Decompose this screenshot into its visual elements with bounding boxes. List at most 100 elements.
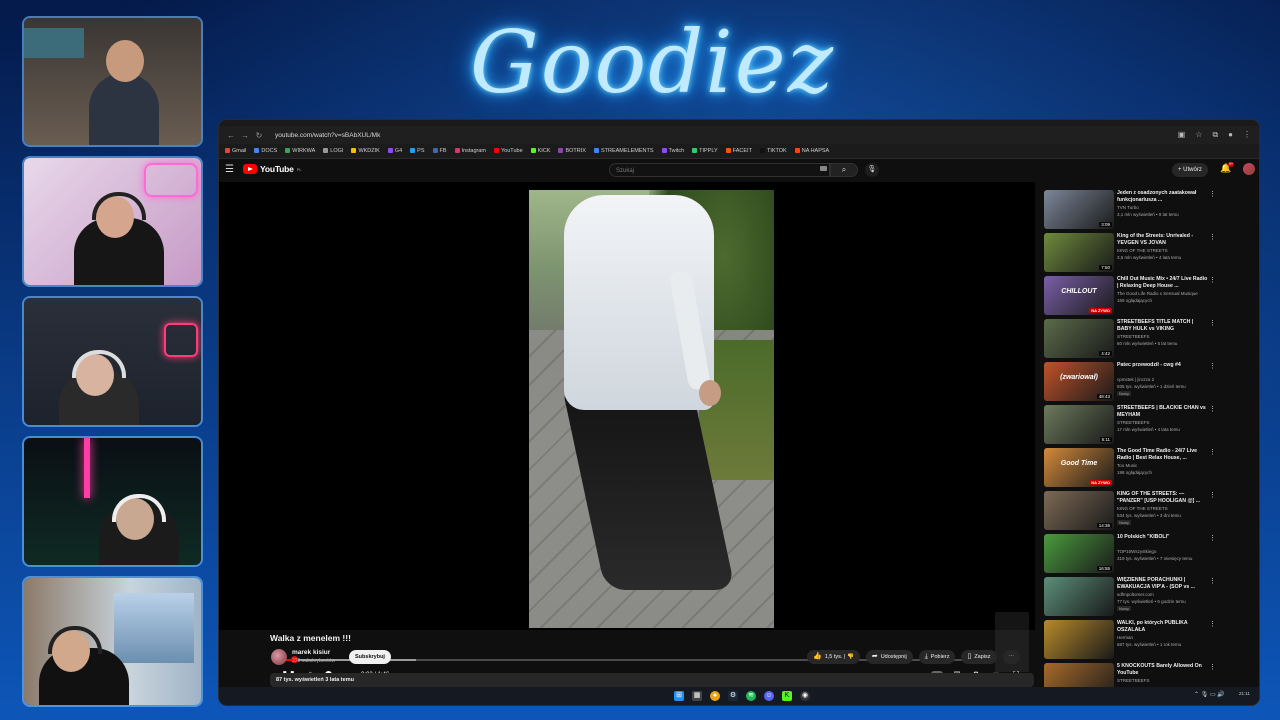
recommendation-thumbnail[interactable]: Good Time NA ŻYWO — [1044, 448, 1114, 487]
recommendation-channel[interactable]: Too Music — [1117, 463, 1209, 468]
recommendation-item[interactable]: WIĘZIENNE PORACHUNKI | EWAKUACJA VIP'A -… — [1044, 577, 1219, 617]
recommendation-title[interactable]: Patec przewodził - cwg #4 — [1117, 362, 1209, 369]
recommendation-channel[interactable]: TOP10Wszystkiego — [1117, 549, 1209, 554]
forward-icon[interactable]: → — [241, 131, 249, 140]
recommendation-thumbnail[interactable] — [1044, 663, 1114, 690]
bookmark-item[interactable]: TIKTOK — [759, 148, 787, 154]
bookmark-item[interactable]: G4 — [387, 148, 402, 154]
voice-search-icon[interactable]: 🎙 — [865, 163, 879, 177]
recommendation-item[interactable]: 7:50 King of the Streets: Unrivaled - YEV… — [1044, 233, 1219, 273]
bookmark-item[interactable]: BOTRIX — [558, 148, 586, 154]
more-vert-icon[interactable]: ⋮ — [1209, 534, 1216, 542]
page-scrollbar[interactable] — [1250, 182, 1256, 692]
more-vert-icon[interactable]: ⋮ — [1209, 448, 1216, 456]
more-vert-icon[interactable]: ⋮ — [1209, 620, 1216, 628]
share-button[interactable]: ➦ Udostępnij — [865, 650, 913, 664]
steam-icon[interactable]: ⚙ — [728, 691, 738, 701]
more-vert-icon[interactable]: ⋮ — [1209, 577, 1216, 585]
hamburger-menu-icon[interactable]: ☰ — [225, 164, 234, 175]
recommendation-thumbnail[interactable]: 14:36 — [1044, 491, 1114, 530]
more-vert-icon[interactable]: ⋮ — [1209, 491, 1216, 499]
recommendation-thumbnail[interactable]: (zwariował) 48:43 — [1044, 362, 1114, 401]
video-player[interactable]: ❚❚ 🔈 0:02 / 1:46 ▤ ⚙ ▭ ⛶ — [219, 182, 1035, 680]
recommendation-item[interactable]: 5 KNOCKOUTS Barely Allowed On YouTube STR… — [1044, 663, 1219, 690]
bookmark-item[interactable]: TIPPLY — [692, 148, 718, 154]
more-vert-icon[interactable]: ⋮ — [1209, 362, 1216, 370]
bookmark-item[interactable]: YouTube — [494, 148, 523, 154]
subscribe-button[interactable]: Subskrybuj — [349, 650, 391, 664]
spotify-icon[interactable]: ≋ — [746, 691, 756, 701]
bookmark-item[interactable]: STREAMELEMENTS — [593, 148, 654, 154]
recommendation-thumbnail[interactable]: 16:55 — [1044, 534, 1114, 573]
recommendation-item[interactable]: 5:11 STREETBEEFS | BLACKIE CHAN vs MEYHAM… — [1044, 405, 1219, 445]
bookmark-item[interactable]: Twitch — [661, 148, 684, 154]
thumbs-down-icon[interactable]: 👎 — [847, 654, 854, 660]
recommendation-title[interactable]: WALKI, po których PUBLIKA OSZALAŁA — [1117, 620, 1209, 634]
url-field[interactable]: youtube.com/watch?v=sBAbXUL/Mk — [269, 132, 380, 139]
recommendation-title[interactable]: STREETBEEFS TITLE MATCH | BABY HULK vs V… — [1117, 319, 1209, 333]
recommendation-thumbnail[interactable]: 7:50 — [1044, 233, 1114, 272]
recommendation-channel[interactable]: KING OF THE STREETS — [1117, 248, 1209, 253]
extensions-icon[interactable]: ⧉ — [1212, 130, 1218, 140]
menu-icon[interactable]: ⋮ — [1243, 130, 1251, 140]
bookmark-item[interactable]: LOGI — [323, 148, 343, 154]
profile-icon[interactable]: ● — [1228, 130, 1233, 140]
youtube-logo[interactable]: YouTube PL — [243, 164, 302, 174]
video-frame[interactable] — [529, 190, 774, 628]
recommendation-title[interactable]: 10 Polskich "KIBOLI" — [1117, 534, 1209, 541]
recommendation-channel[interactable]: cpmstek | jirozza 2 — [1117, 377, 1209, 382]
search-input[interactable]: Szukaj — [609, 163, 830, 177]
bookmark-item[interactable]: Instagram — [454, 148, 486, 154]
recommendation-channel[interactable]: TVN Turbo — [1117, 205, 1209, 210]
recommendation-item[interactable]: CHILLOUT NA ŻYWO Chill Out Music Mix • 24/… — [1044, 276, 1219, 316]
back-icon[interactable]: ← — [227, 131, 235, 140]
recommendation-channel[interactable]: Herman — [1117, 635, 1209, 640]
download-button[interactable]: ⤓ Pobierz — [918, 650, 956, 664]
recommendation-channel[interactable]: The Good Life Radio x Sensual Musique — [1117, 291, 1209, 296]
account-avatar[interactable] — [1243, 163, 1255, 175]
reload-icon[interactable]: ↻ — [255, 131, 263, 140]
bookmark-item[interactable]: WIRKWA — [285, 148, 315, 154]
save-button[interactable]: ▯ Zapisz — [961, 650, 997, 664]
create-button[interactable]: + Utwórz — [1172, 163, 1208, 177]
recommendation-thumbnail[interactable]: 4:42 — [1044, 319, 1114, 358]
start-menu-icon[interactable]: ⊞ — [674, 691, 684, 701]
keyboard-icon[interactable] — [820, 166, 827, 171]
more-vert-icon[interactable]: ⋮ — [1209, 663, 1216, 671]
recommendation-thumbnail[interactable] — [1044, 577, 1114, 616]
recommendation-thumbnail[interactable]: 3:09 — [1044, 190, 1114, 229]
file-explorer-icon[interactable]: ▦ — [692, 691, 702, 701]
recommendation-title[interactable]: STREETBEEFS | BLACKIE CHAN vs MEYHAM — [1117, 405, 1209, 419]
recommendation-title[interactable]: WIĘZIENNE PORACHUNKI | EWAKUACJA VIP'A -… — [1117, 577, 1209, 591]
recommendation-item[interactable]: 3:09 Jeden z osadzonych zaatakował funkcj… — [1044, 190, 1219, 230]
recommendation-channel[interactable]: sdfmpoltomer.com — [1117, 592, 1209, 597]
bookmark-item[interactable]: WKDZIK — [351, 148, 380, 154]
discord-icon[interactable]: ☺ — [764, 691, 774, 701]
recommendation-title[interactable]: Jeden z osadzonych zaatakował funkcjonar… — [1117, 190, 1209, 204]
recommendation-thumbnail[interactable]: 5:11 — [1044, 405, 1114, 444]
more-vert-icon[interactable]: ⋮ — [1209, 190, 1216, 198]
recommendation-item[interactable]: 16:55 10 Polskich "KIBOLI" TOP10Wszystkieg… — [1044, 534, 1219, 574]
search-button[interactable]: ⌕ — [830, 163, 858, 177]
recommendation-title[interactable]: KING OF THE STREETS: — "PANZER" [USP HOO… — [1117, 491, 1209, 505]
more-vert-icon[interactable]: ⋮ — [1209, 405, 1216, 413]
channel-avatar[interactable] — [271, 649, 287, 665]
bookmark-item[interactable]: Gmail — [225, 148, 246, 154]
more-actions-button[interactable]: ⋯ — [1002, 650, 1021, 664]
chrome-icon[interactable]: ● — [710, 691, 720, 701]
bookmark-item[interactable]: DOCS — [254, 148, 277, 154]
recommendation-item[interactable]: 14:36 KING OF THE STREETS: — "PANZER" [US… — [1044, 491, 1219, 531]
recommendation-channel[interactable]: STREETBEEFS — [1117, 678, 1209, 683]
recommendation-item[interactable]: Good Time NA ŻYWO The Good Time Radio - 24… — [1044, 448, 1219, 488]
recommendation-item[interactable]: (zwariował) 48:43 Patec przewodził - cwg #… — [1044, 362, 1219, 402]
recommendation-title[interactable]: Chill Out Music Mix • 24/7 Live Radio | … — [1117, 276, 1209, 290]
star-icon[interactable]: ☆ — [1195, 130, 1202, 140]
bookmark-item[interactable]: FACEIT — [725, 148, 752, 154]
recommendation-title[interactable]: King of the Streets: Unrivaled - YEVGEN … — [1117, 233, 1209, 247]
bookmark-item[interactable]: KICK — [530, 148, 550, 154]
bookmark-item[interactable]: FB — [432, 148, 447, 154]
channel-name[interactable]: marek kisiur — [292, 649, 330, 656]
recommendation-title[interactable]: The Good Time Radio - 24/7 Live Radio | … — [1117, 448, 1209, 462]
recommendation-thumbnail[interactable]: CHILLOUT NA ŻYWO — [1044, 276, 1114, 315]
kick-icon[interactable]: K — [782, 691, 792, 701]
